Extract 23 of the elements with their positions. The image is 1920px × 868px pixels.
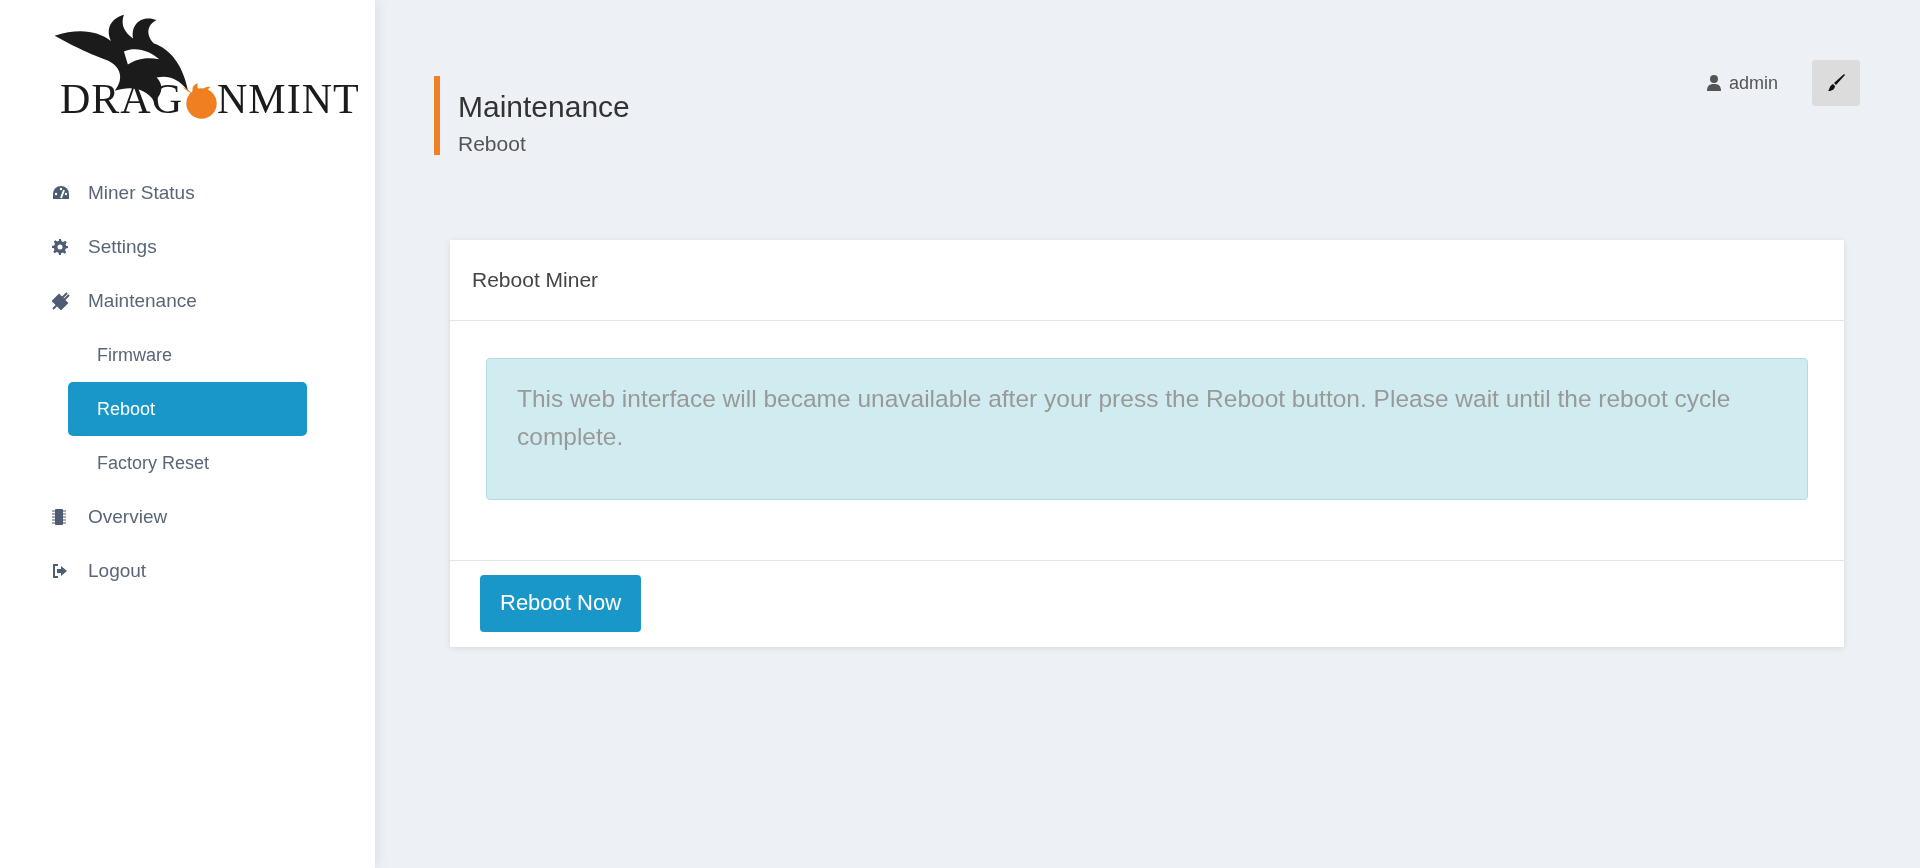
sidebar-item[interactable]: Miner Status [52, 171, 375, 215]
info-alert: This web interface will became unavailable after your press the Reboot button. Please wait until the reboot cycle complete. [486, 358, 1808, 500]
sidebar-item[interactable]: Reboot [68, 382, 307, 436]
gauge-icon [52, 185, 70, 201]
brush-icon [1826, 73, 1846, 93]
chip-icon [52, 508, 66, 526]
sidebar-item[interactable]: Maintenance [52, 279, 375, 323]
user-icon [1706, 75, 1721, 91]
settings-icon [52, 239, 68, 255]
sidebar-item[interactable]: Factory Reset [68, 436, 307, 490]
theme-button[interactable] [1812, 60, 1860, 106]
user-menu-link[interactable]: admin [1706, 72, 1778, 94]
sidebar-item[interactable]: Settings [52, 225, 375, 269]
card-title: Reboot Miner [472, 268, 599, 292]
plug-icon [52, 292, 70, 310]
sidebar-item[interactable]: Firmware [68, 328, 307, 382]
reboot-now-button[interactable]: Reboot Now [480, 574, 642, 632]
page-subtitle: Reboot [458, 132, 527, 156]
logo-text: NMINT [217, 78, 360, 120]
page-title: Maintenance [458, 92, 630, 122]
logout-icon [52, 564, 68, 578]
sidebar-item[interactable]: Overview [52, 495, 375, 539]
sidebar-item[interactable]: Logout [52, 549, 375, 593]
